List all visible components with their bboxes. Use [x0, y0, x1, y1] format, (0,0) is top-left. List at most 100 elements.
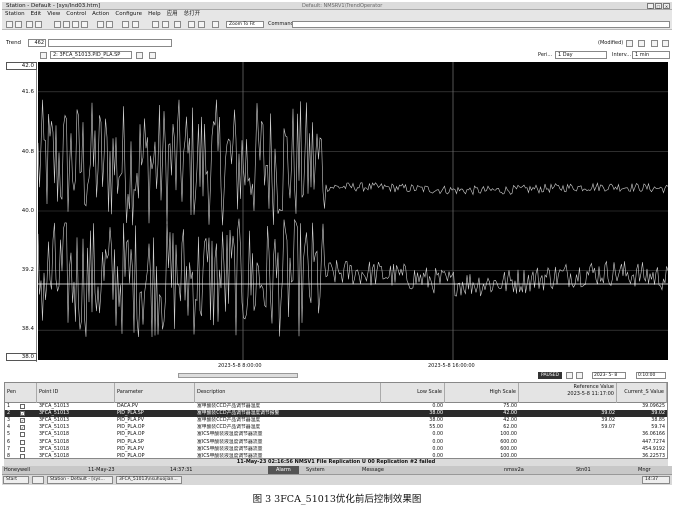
- trend-icon[interactable]: [97, 21, 104, 28]
- down-arrow-icon[interactable]: [162, 21, 169, 28]
- x-tick-label: 2023-5-8 8:00:00: [218, 363, 262, 369]
- step-icon[interactable]: [576, 372, 583, 379]
- menu-edit[interactable]: Edit: [28, 10, 45, 19]
- command-label: Command: [268, 21, 294, 27]
- menu-help[interactable]: Help: [145, 10, 164, 19]
- acknowledge-icon[interactable]: [174, 21, 181, 28]
- trend-svg: [37, 62, 669, 360]
- point-bar: 2: 3FCA_51013.PID_PLA.SP Peri... 1 Day I…: [2, 50, 672, 61]
- trend-number-input[interactable]: 462: [28, 39, 46, 47]
- x-axis: 2023-5-8 8:00:00 2023-5-8 16:00:00: [38, 360, 668, 372]
- menu-station[interactable]: Station: [2, 10, 28, 19]
- menu-bar: Station Edit View Control Action Configure Hel…: [2, 10, 672, 19]
- interval-label: Interv...: [612, 52, 632, 58]
- play-icon[interactable]: [566, 372, 573, 379]
- menu-action[interactable]: Action: [89, 10, 112, 19]
- forward-icon[interactable]: [15, 21, 22, 28]
- trend-plot[interactable]: [37, 62, 669, 360]
- col-reference[interactable]: Reference Value 2023-5-8 11:17:00: [519, 383, 617, 403]
- pen-checkbox[interactable]: [20, 439, 25, 445]
- date-select[interactable]: 2023- 5- 8: [592, 372, 626, 379]
- status-system[interactable]: System: [306, 466, 325, 474]
- status-message[interactable]: Message: [362, 466, 384, 474]
- pen-checkbox[interactable]: ✓: [20, 418, 25, 424]
- col-high-scale[interactable]: High Scale: [445, 383, 519, 403]
- status-alarm[interactable]: Alarm: [268, 466, 299, 474]
- y-tick-label: 40.8: [21, 149, 34, 155]
- col-parameter[interactable]: Parameter: [115, 383, 195, 403]
- start-button[interactable]: Start: [3, 476, 29, 484]
- period-label: Peri...: [538, 52, 553, 58]
- pen-checkbox[interactable]: ✓: [20, 425, 25, 431]
- group-icon[interactable]: [106, 21, 113, 28]
- status-user: Honeywell: [4, 467, 30, 473]
- trend-label: Trend: [6, 40, 22, 46]
- time-select[interactable]: 0:10:00: [636, 372, 666, 379]
- pen-checkbox[interactable]: [20, 404, 25, 409]
- interval-select[interactable]: 1 min: [632, 51, 670, 59]
- y-tick-label: 41.6: [21, 89, 34, 95]
- pen-checkbox[interactable]: [20, 432, 25, 438]
- menu-control[interactable]: Control: [63, 10, 89, 19]
- trend-bar: Trend 462 (Modified): [2, 38, 672, 49]
- modified-label: (Modified): [598, 40, 624, 46]
- trend-trace: [37, 218, 669, 338]
- display-icon[interactable]: [132, 21, 139, 28]
- pen-checkbox[interactable]: [20, 446, 25, 452]
- taskbar-item-station[interactable]: Station - Default - [sys...: [47, 476, 113, 484]
- chart-view-icon[interactable]: [662, 40, 669, 47]
- alarm-icon[interactable]: [63, 21, 70, 28]
- pen-checkbox[interactable]: ✓: [20, 411, 25, 417]
- nav-row: PAUSED 2023- 5- 8 0:10:00: [38, 372, 668, 380]
- y-axis: 42.0 41.6 40.8 40.0 39.2 38.4 38.0: [4, 62, 37, 362]
- table-header: Pen Point ID Parameter Description Low S…: [5, 383, 667, 403]
- remove-point-icon[interactable]: [149, 52, 156, 59]
- col-current[interactable]: Current_S Value: [617, 383, 667, 403]
- pen-color-icon[interactable]: [40, 52, 47, 59]
- report-icon[interactable]: [122, 21, 129, 28]
- taskbar-item-trend[interactable]: 3FCA_51013\nsuhuojian...: [116, 476, 182, 484]
- window-center-title: Default: NMSRV1\TrendOperator: [302, 3, 383, 9]
- menu-open-all[interactable]: 总打开: [181, 10, 204, 19]
- settings-icon[interactable]: [638, 40, 645, 47]
- menu-apply[interactable]: 应用: [164, 10, 181, 19]
- point-select[interactable]: 2: 3FCA_51013.PID_PLA.SP: [50, 51, 132, 59]
- add-point-icon[interactable]: [136, 52, 143, 59]
- col-low-scale[interactable]: Low Scale: [381, 383, 445, 403]
- col-pen[interactable]: Pen: [5, 383, 37, 403]
- menu-configure[interactable]: Configure: [112, 10, 145, 19]
- show-desktop-icon[interactable]: [32, 476, 44, 484]
- pen-table: Pen Point ID Parameter Description Low S…: [4, 382, 668, 459]
- y-tick-label: 38.0: [21, 354, 34, 360]
- horizontal-scrollbar[interactable]: [178, 373, 298, 378]
- pen-checkbox[interactable]: [20, 453, 25, 459]
- page-next-icon[interactable]: [198, 21, 205, 28]
- status-bar: Honeywell 11-May-23 14:37:31 Alarm Syste…: [2, 466, 672, 474]
- print-icon[interactable]: [35, 21, 42, 28]
- message-icon[interactable]: [81, 21, 88, 28]
- y-tick-label: 42.0: [21, 63, 34, 69]
- save-icon[interactable]: [626, 40, 633, 47]
- page-prev-icon[interactable]: [188, 21, 195, 28]
- y-tick-label: 38.4: [21, 326, 34, 332]
- up-arrow-icon[interactable]: [152, 21, 159, 28]
- maximize-icon[interactable]: □: [655, 3, 662, 9]
- period-select[interactable]: 1 Day: [555, 51, 607, 59]
- zoom-to-fit-select[interactable]: Zoom To Fit: [226, 21, 264, 28]
- taskbar: Start Station - Default - [sys... 3FCA_5…: [2, 474, 672, 485]
- close-icon[interactable]: ×: [663, 3, 670, 9]
- menu-view[interactable]: View: [44, 10, 63, 19]
- command-input[interactable]: [292, 21, 670, 28]
- zoom-icon[interactable]: [212, 21, 219, 28]
- home-icon[interactable]: [54, 21, 61, 28]
- trend-name-select[interactable]: [48, 39, 172, 47]
- minimize-icon[interactable]: _: [647, 3, 654, 9]
- status-station: Stn01: [576, 467, 591, 473]
- col-description[interactable]: Description: [195, 383, 381, 403]
- event-icon[interactable]: [72, 21, 79, 28]
- back-icon[interactable]: [6, 21, 13, 28]
- alarm-line[interactable]: 11-May-23 02:16:56 NMSV1 File Replicatio…: [4, 459, 668, 466]
- col-point-id[interactable]: Point ID: [37, 383, 115, 403]
- table-view-icon[interactable]: [651, 40, 658, 47]
- open-icon[interactable]: [26, 21, 33, 28]
